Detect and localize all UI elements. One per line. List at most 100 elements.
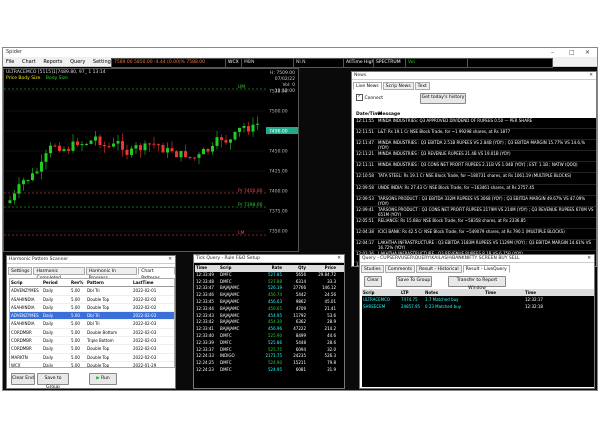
clear-end-button[interactable]: Clear End: [11, 373, 35, 385]
table-row[interactable]: ASAHIINDIA Daily 5.00 Double Top 2022-02-02: [10, 304, 174, 313]
table-row[interactable]: ADVENZYMES Daily 5.00 Dbl Tri 2022-02-03: [10, 312, 174, 321]
table-cell: 456.96: [268, 326, 282, 332]
table-cell: 5.00: [71, 338, 80, 344]
maximize-icon[interactable]: □: [569, 48, 575, 57]
tab-live-news[interactable]: Live News: [353, 82, 382, 90]
news-row[interactable]: 12:09:41 TARSONS PRODUCT : Q3 CONS NET PR…: [354, 207, 596, 218]
news-row[interactable]: 12:09:53 TARSONS PRODUCT : Q3 EBITDA 332M…: [354, 196, 596, 207]
news-row[interactable]: 12:11:21 MINDA INDUSTRIES : Q3 REVENUE RU…: [354, 151, 596, 163]
close-icon[interactable]: ✕: [585, 48, 590, 57]
table-row[interactable]: 12:33:43 BAJAJAMC 454.95 11792 53.6: [195, 312, 344, 320]
tab-harmonic-in-progress[interactable]: Harmonic In Progress: [85, 267, 138, 281]
query-results-table[interactable]: Scrip LTP Notes Time Time ULTRACEMCO 7474…: [362, 289, 594, 387]
table-cell: 6314: [295, 278, 306, 284]
news-row[interactable]: 12:11:11 MINDA INDUSTRIES : Q3 CONS NET P…: [354, 162, 596, 174]
table-row[interactable]: 12:24:25 DMFC 524.90 15211 79.8: [195, 360, 344, 367]
table-row[interactable]: 12:33:37 DMFC 525.75 6094 32.0: [195, 347, 344, 354]
table-cell: 2171.75: [265, 353, 282, 359]
checkbox-icon[interactable]: ✓: [356, 94, 363, 101]
candle-body: [157, 144, 160, 146]
news-message: MINDA INDUSTRIES: Q3 APPROVED DIVIDEND O…: [378, 118, 533, 123]
table-row[interactable]: 12:33:39 DMFC 525.86 5448 28.6: [195, 340, 344, 347]
menu-chart[interactable]: Chart: [22, 59, 36, 65]
menu-query[interactable]: Query: [70, 59, 85, 65]
candle-body: [256, 123, 259, 125]
tab-chart-patterns[interactable]: Chart Patterns: [138, 267, 175, 281]
candle-body: [161, 144, 165, 153]
news-time: 12:04:17: [356, 240, 374, 246]
tab-text[interactable]: Text: [414, 82, 430, 90]
table-cell: 525.90: [268, 332, 282, 338]
news-row[interactable]: 12:11:51 L&T: Rs 19.1 Cr NSE Block Trade,…: [354, 129, 596, 141]
table-cell: 526.19: [268, 285, 282, 291]
news-message: MINDA INDUSTRIES : Q3 EBITDA 2.51B RUPEE…: [378, 140, 586, 151]
table-row[interactable]: SHREECEM 24857.95 0.23 Matched buy 12:32:18: [362, 303, 594, 310]
candlestick-plot[interactable]: UM Pr 7450.00 Pr 7398.00 LM 7525.00 7500.00 7…: [4, 83, 299, 252]
tick-table[interactable]: Time Scrip Rate Qty Price 12:33:49 DMFC 52…: [195, 265, 344, 388]
table-row[interactable]: WCX Daily 5.00 Double Top 2022-01-29: [10, 362, 174, 367]
save-to-group-button[interactable]: Save to Group: [37, 373, 69, 388]
table-row[interactable]: ULTRACEMCO 7474.75 1.7 Matched buy 12:32:17: [362, 296, 594, 303]
table-cell: 2022-02-03: [133, 338, 157, 344]
tab-scrip-news[interactable]: Scrip News: [382, 82, 414, 90]
candle-body: [67, 149, 70, 151]
table-row[interactable]: 12:33:47 BAJAJAMC 526.19 27766 146.12: [195, 285, 344, 292]
tab-result-livequery[interactable]: Result - LiveQuery: [462, 265, 510, 273]
news-table[interactable]: Date/Time Message 12:11:55 MINDA INDUSTRI…: [354, 111, 596, 266]
minimize-icon[interactable]: –: [551, 48, 554, 57]
table-row[interactable]: 12:33:40 DMFC 525.90 8499 44.6: [195, 332, 344, 340]
close-icon[interactable]: ✕: [587, 255, 591, 263]
transfer-to-report-button[interactable]: Transfer to Report Window: [448, 276, 506, 291]
table-row[interactable]: CORDMBR Daily 5.00 Double Top 2022-02-03: [10, 345, 174, 354]
col-datetime: Date/Time: [356, 112, 382, 117]
table-row[interactable]: 12:33:48 DMFC 527.88 6314 33.3: [195, 278, 344, 286]
tab-studies[interactable]: Studies: [361, 265, 384, 273]
table-row[interactable]: 12:33:46 BAJAJAMC 456.74 5442 24.56: [195, 292, 344, 299]
close-icon[interactable]: ✕: [168, 256, 172, 264]
query-tabs: Studies Comments Result - Historical Res…: [361, 265, 510, 273]
menu-file[interactable]: File: [6, 59, 14, 65]
table-cell: 44.6: [327, 332, 336, 338]
news-row[interactable]: 12:11:47 MINDA INDUSTRIES : Q3 EBITDA 2.5…: [354, 140, 596, 152]
news-row[interactable]: 12:11:55 MINDA INDUSTRIES: Q3 APPROVED DI…: [354, 118, 596, 130]
table-cell: Daily: [43, 288, 54, 294]
news-row[interactable]: 12:04:38 ICICI BANK: Rs 42.5 Cr NSE Block…: [354, 229, 596, 241]
table-row[interactable]: CORDMBR Daily 5.00 Triple Bottom 2022-02-03: [10, 337, 174, 346]
run-button[interactable]: ▶ Run: [89, 373, 117, 385]
tab-comments[interactable]: Comments: [384, 265, 416, 273]
tab-harmonic-completed[interactable]: Harmonic Completed: [33, 267, 85, 281]
table-row[interactable]: MARKTN Daily 5.00 Double Top 2022-02-03: [10, 354, 174, 362]
tab-settings[interactable]: Settings: [8, 267, 33, 275]
table-cell: 6362: [295, 319, 306, 325]
connect-checkbox-row[interactable]: ✓ Connect: [356, 94, 383, 101]
get-history-button[interactable]: Get today's history: [420, 93, 466, 104]
news-row[interactable]: 12:05:51 RELIANCE: Rs 15.68cr NSE Block T…: [354, 218, 596, 229]
tab-result-historical[interactable]: Result - Historical: [416, 265, 462, 273]
table-row[interactable]: 12:33:45 BAJAJAMC 456.63 9862 45.01: [195, 299, 344, 306]
save-to-group-button[interactable]: Save To Group: [396, 276, 432, 287]
close-icon[interactable]: ✕: [337, 255, 341, 263]
news-time: 12:09:58: [356, 184, 374, 190]
table-row[interactable]: 12:33:44 BAJAJAMC 456.65 4709 21.41: [195, 306, 344, 313]
table-row[interactable]: 12:24:33 INDIGO 2171.75 24235 526.3: [195, 353, 344, 360]
table-row[interactable]: 12:33:42 BAJAJAMC 454.30 6362 28.9: [195, 319, 344, 326]
col-period: Period: [43, 280, 58, 285]
clear-button[interactable]: Clear: [364, 276, 382, 287]
price-chart-window[interactable]: ULTRACEMCO [5115]1[7489.80, 97_ 1 13:14 …: [3, 68, 299, 252]
table-row[interactable]: 12:33:41 BAJAJAMC 456.96 47222 214.2: [195, 326, 344, 333]
close-icon[interactable]: ✕: [589, 72, 593, 80]
news-row[interactable]: 12:04:17 LAKHTHA INFRASTRUCTURE : Q3 EBIT…: [354, 240, 596, 252]
news-row[interactable]: 12:09:58 UNDE INDIA: Rs 27.43 Cr NSE Bloc…: [354, 185, 596, 196]
pattern-table[interactable]: Scrip Period Rev% Pattern LastTime ADVEN…: [9, 278, 175, 368]
table-row[interactable]: ADVENZYMES Daily 5.00 Dbl Tri 2022-02-01: [10, 287, 174, 296]
table-row[interactable]: ASAHIINDIA Daily 5.00 Double Top 2022-02-02: [10, 296, 174, 304]
news-row[interactable]: 12:10:58 TATA STEEL: Rs 19.1 Cr NSE Block…: [354, 173, 596, 185]
table-cell: 53.6: [327, 312, 336, 318]
table-row[interactable]: ASAHIINDIA Daily 5.00 Dbl Tri 2022-02-03: [10, 320, 174, 329]
table-cell: 527.85: [268, 271, 282, 277]
table-row[interactable]: CORDMBR Daily 5.00 Double Bottom 2022-02-03: [10, 329, 174, 338]
table-cell: 2022-02-03: [133, 346, 157, 352]
table-row[interactable]: 12:24:23 DMFC 524.95 6081 31.9: [195, 367, 344, 374]
menu-reports[interactable]: Reports: [43, 59, 62, 65]
table-row[interactable]: 12:33:49 DMFC 527.85 5656 29.84.72: [195, 271, 344, 279]
